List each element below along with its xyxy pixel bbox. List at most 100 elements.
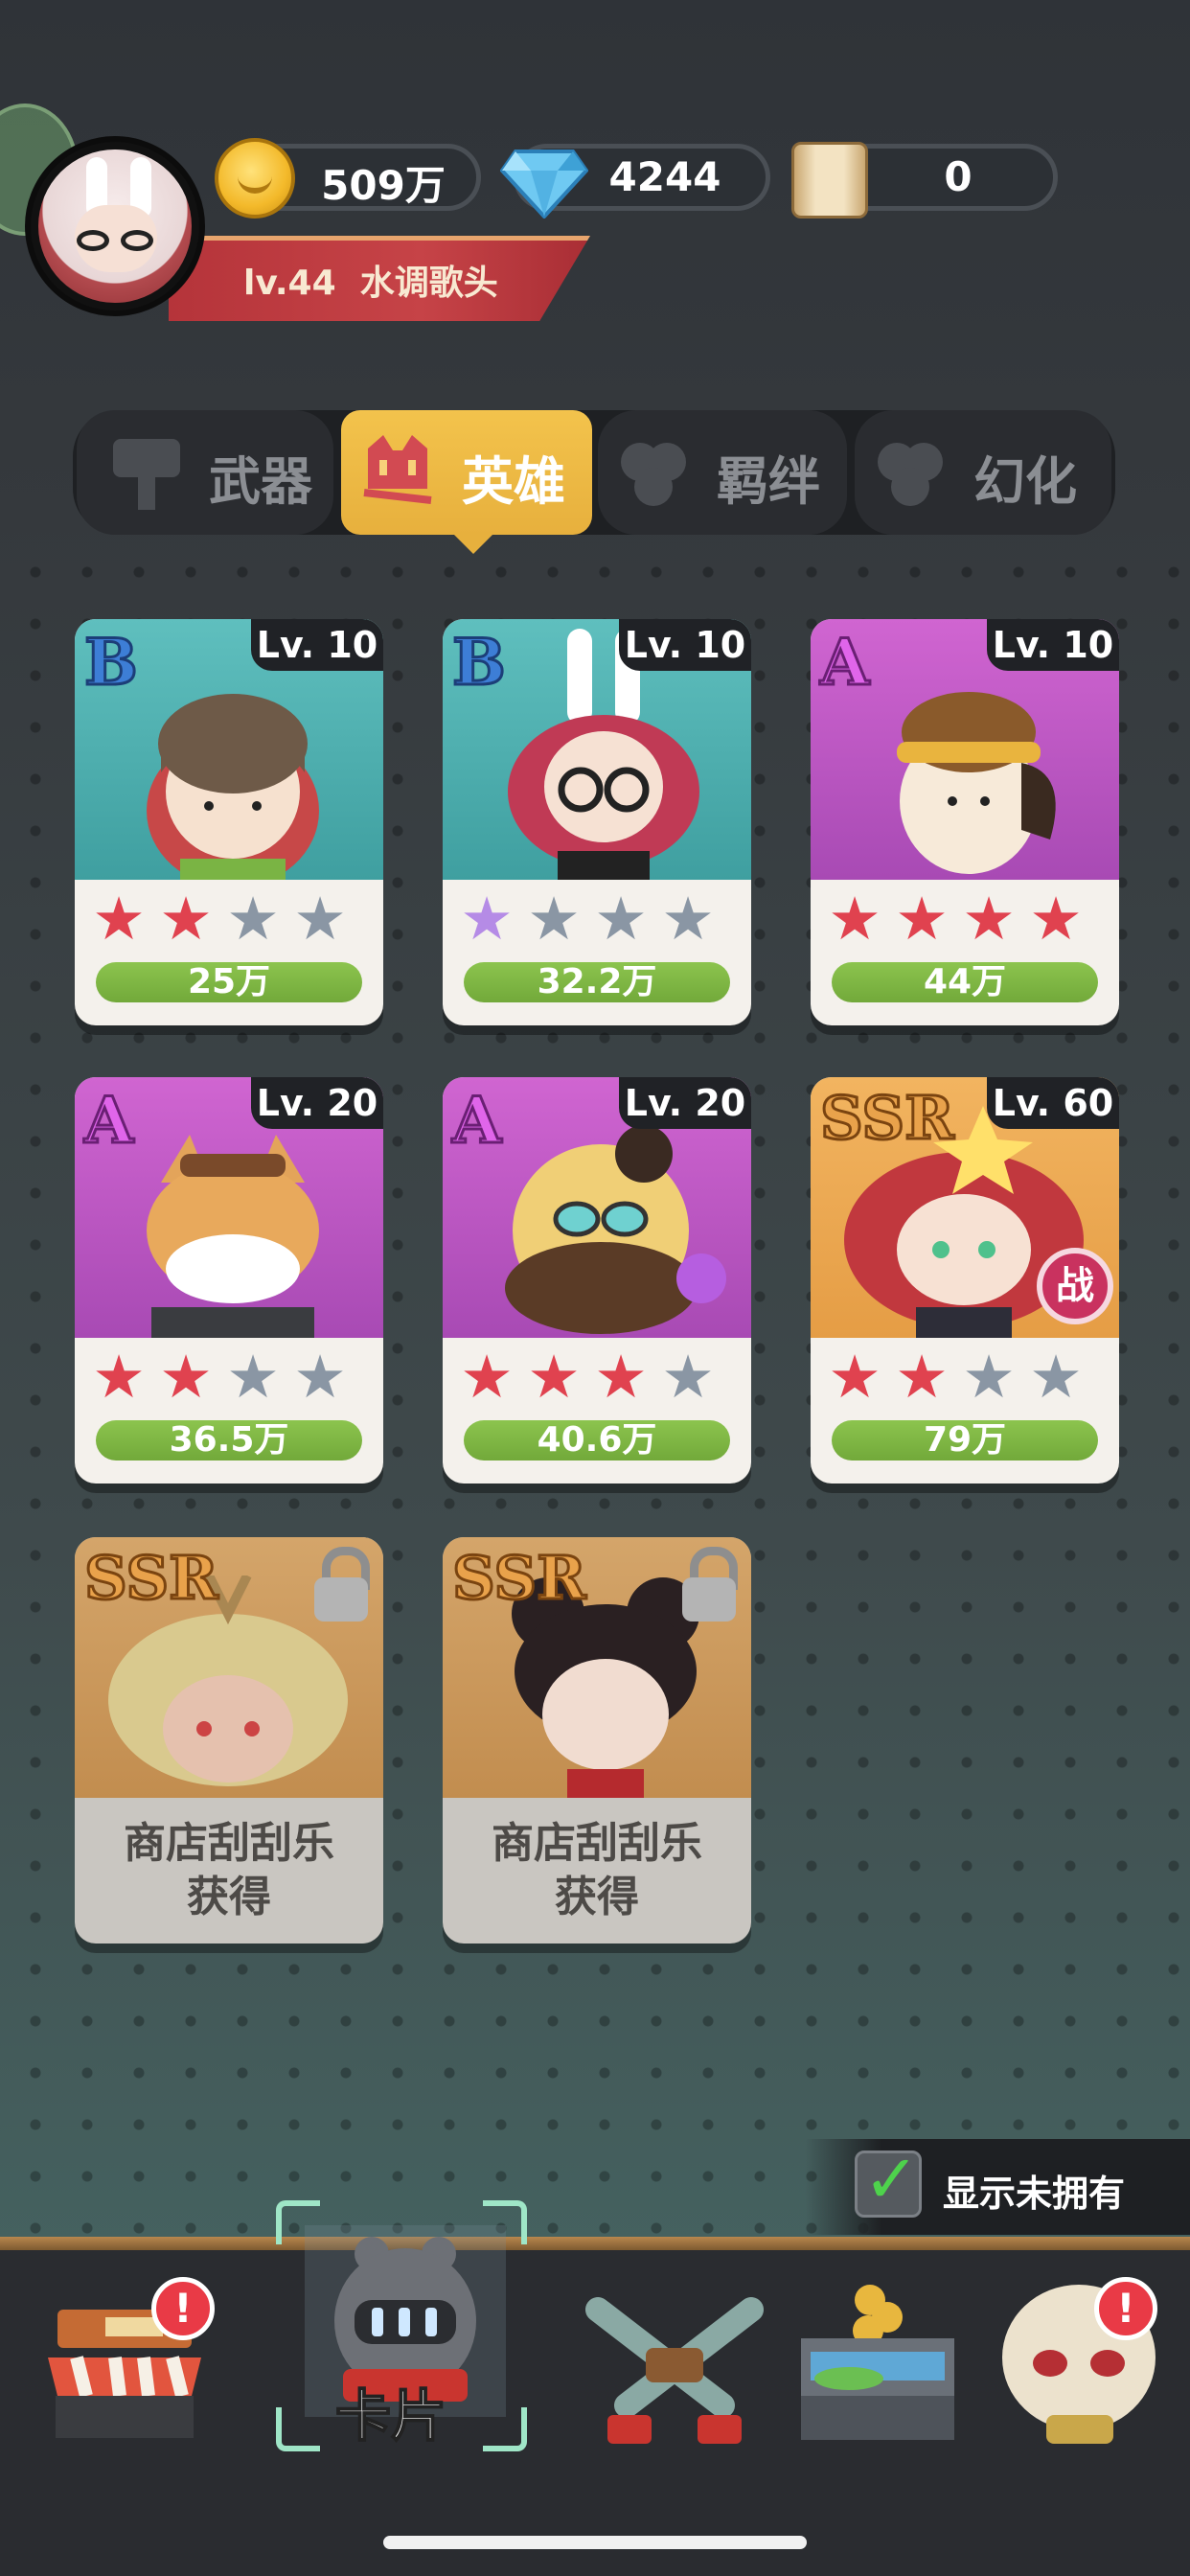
weapon-icon (113, 439, 180, 510)
star-icon: ★ (92, 1342, 146, 1412)
nav-top-border (0, 2237, 1190, 2250)
star-rating: ★ ★ ★ ★ (90, 884, 368, 954)
star-icon: ★ (895, 1342, 949, 1412)
star-icon: ★ (460, 884, 514, 954)
player-level: lv.44 (243, 264, 336, 303)
star-icon: ★ (962, 1342, 1016, 1412)
active-tab-caret (452, 533, 494, 554)
rank-label: SSR (451, 1542, 588, 1615)
rank-label: SSR (819, 1082, 956, 1155)
hero-detective-character (897, 692, 1056, 874)
star-icon: ★ (226, 1342, 280, 1412)
rank-label: B (83, 624, 140, 702)
lock-icon (680, 1547, 738, 1623)
bond-icon (621, 443, 686, 506)
star-icon: ★ (661, 884, 715, 954)
diamond-icon (500, 150, 588, 218)
scroll-icon (791, 142, 868, 218)
power-bar: 44万 (832, 962, 1098, 1002)
show-unowned-label: 显示未拥有 (943, 2173, 1126, 2215)
obtain-hint-line2: 获得 (187, 1873, 271, 1921)
hero-helmet-character (147, 694, 319, 880)
hero-level: Lv. 10 (251, 619, 383, 671)
hero-card-1[interactable]: B Lv. 10 ★ ★ ★ ★ 25万 (75, 619, 383, 1025)
obtain-hint: 商店刮刮乐 获得 (443, 1798, 751, 1924)
star-icon: ★ (1029, 1342, 1083, 1412)
star-icon: ★ (828, 884, 881, 954)
hero-card-2[interactable]: B Lv. 10 ★ ★ ★ ★ 32.2万 (443, 619, 751, 1025)
checkmark-icon: ✓ (863, 2140, 920, 2219)
tab-bonds-label: 羁绊 (717, 451, 820, 512)
locked-hero-card-1[interactable]: SSR 商店刮刮乐 获得 (75, 1537, 383, 1944)
power-bar: 25万 (96, 962, 362, 1002)
rank-label: B (451, 624, 508, 702)
hero-card-3[interactable]: A Lv. 10 ★ ★ ★ ★ 44万 (811, 619, 1119, 1025)
lock-icon (312, 1547, 370, 1623)
star-icon: ★ (1029, 884, 1083, 954)
tab-transform-label: 幻化 (973, 451, 1077, 512)
tab-heroes-label: 英雄 (462, 451, 565, 512)
obtain-hint-line1: 商店刮刮乐 (492, 1819, 702, 1868)
star-icon: ★ (226, 884, 280, 954)
avatar-glasses (77, 230, 157, 253)
star-icon: ★ (460, 1342, 514, 1412)
star-icon: ★ (594, 1342, 648, 1412)
star-icon: ★ (293, 884, 347, 954)
star-icon: ★ (661, 1342, 715, 1412)
hero-icon (363, 435, 432, 504)
hero-level: Lv. 20 (251, 1077, 383, 1129)
star-icon: ★ (527, 1342, 581, 1412)
home-indicator[interactable] (383, 2536, 807, 2549)
nav-cards-label: 卡片 (334, 2382, 447, 2450)
hero-level: Lv. 10 (987, 619, 1119, 671)
star-rating: ★ ★ ★ ★ (458, 1342, 736, 1412)
obtain-hint: 商店刮刮乐 获得 (75, 1798, 383, 1924)
star-rating: ★ ★ ★ ★ (90, 1342, 368, 1412)
crossed-guns-icon (585, 2297, 764, 2444)
star-icon: ★ (895, 884, 949, 954)
star-icon: ★ (527, 884, 581, 954)
star-icon: ★ (962, 884, 1016, 954)
star-rating: ★ ★ ★ ★ (458, 884, 736, 954)
gold-value: 509万 (321, 162, 446, 209)
hero-card-6[interactable]: SSR Lv. 60 战 ★ ★ ★ ★ 79万 (811, 1077, 1119, 1484)
transform-icon (878, 443, 943, 506)
power-bar: 36.5万 (96, 1420, 362, 1460)
player-avatar[interactable] (25, 136, 205, 316)
locked-hero-card-2[interactable]: SSR 商店刮刮乐 获得 (443, 1537, 751, 1944)
star-icon: ★ (159, 1342, 213, 1412)
gold-coin-icon (215, 138, 295, 218)
boss-alert-badge: ! (1094, 2277, 1157, 2340)
in-battle-badge: 战 (1037, 1248, 1113, 1324)
star-icon: ★ (293, 1342, 347, 1412)
hero-level: Lv. 10 (619, 619, 751, 671)
power-bar: 32.2万 (464, 962, 730, 1002)
rank-label: A (818, 624, 870, 702)
hero-level: Lv. 60 (987, 1077, 1119, 1129)
diamond-value: 4244 (608, 153, 721, 200)
scroll-value: 0 (944, 153, 973, 200)
star-icon: ★ (92, 884, 146, 954)
treasure-chest-icon (801, 2285, 954, 2440)
hero-card-4[interactable]: A Lv. 20 ★ ★ ★ ★ 36.5万 (75, 1077, 383, 1484)
hero-card-5[interactable]: A Lv. 20 ★ ★ ★ ★ 40.6万 (443, 1077, 751, 1484)
rank-label: A (82, 1082, 134, 1160)
nav-treasure[interactable] (791, 2271, 983, 2463)
star-icon: ★ (828, 1342, 881, 1412)
show-unowned-checkbox[interactable]: ✓ (855, 2140, 922, 2219)
star-rating: ★ ★ ★ ★ (826, 1342, 1104, 1412)
star-rating: ★ ★ ★ ★ (826, 884, 1104, 954)
obtain-hint-line2: 获得 (555, 1873, 639, 1921)
rank-label: A (450, 1082, 502, 1160)
tab-weapons-label: 武器 (209, 451, 312, 512)
avatar-portrait (38, 150, 192, 303)
hero-level: Lv. 20 (619, 1077, 751, 1129)
obtain-hint-line1: 商店刮刮乐 (124, 1819, 334, 1868)
star-icon: ★ (159, 884, 213, 954)
hero-bearded-character (505, 1125, 726, 1334)
rank-label: SSR (83, 1542, 220, 1615)
player-name: 水调歌头 (359, 264, 498, 303)
nav-battle[interactable] (579, 2271, 770, 2463)
hero-shiba-character (147, 1135, 319, 1338)
star-icon: ★ (594, 884, 648, 954)
